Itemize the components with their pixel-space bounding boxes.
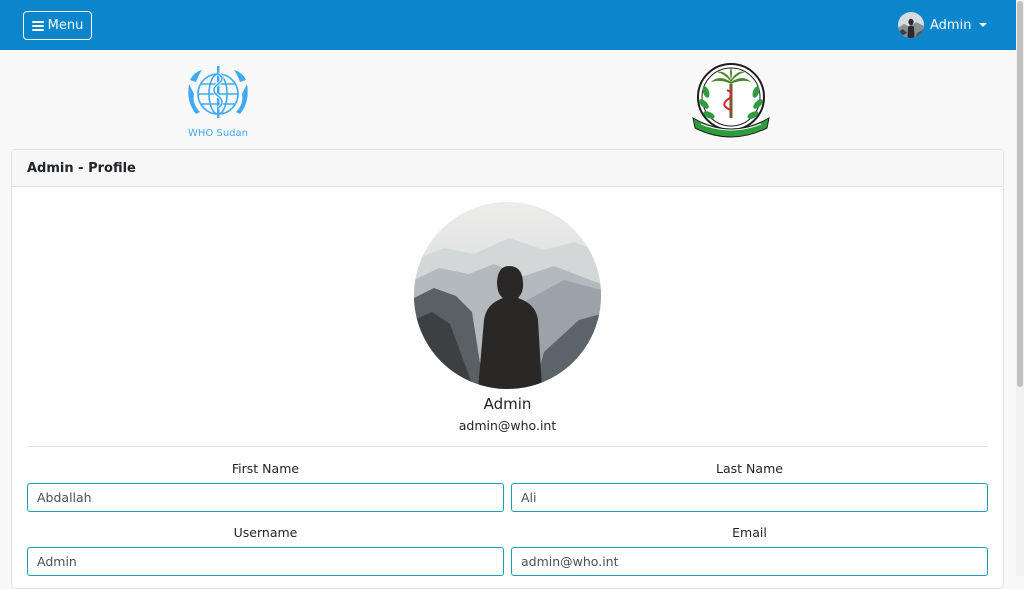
- user-dropdown[interactable]: Admin: [898, 12, 988, 38]
- card-title: Admin - Profile: [27, 160, 136, 176]
- profile-photo[interactable]: [414, 202, 601, 389]
- profile-email: admin@who.int: [458, 418, 557, 433]
- hamburger-icon: [31, 20, 44, 31]
- divider: [27, 446, 988, 447]
- last-name-input[interactable]: [511, 483, 988, 512]
- email-input[interactable]: [511, 547, 988, 576]
- menu-button[interactable]: Menu: [23, 11, 92, 40]
- username-input[interactable]: [27, 547, 504, 576]
- ministry-emblem-icon: [692, 63, 770, 138]
- caret-down-icon: [979, 23, 988, 27]
- first-name-label: First Name: [231, 461, 300, 476]
- scrollbar-thumb[interactable]: [1017, 1, 1023, 387]
- email-label: Email: [732, 525, 767, 540]
- card-header: Admin - Profile: [12, 150, 1003, 187]
- user-name: Admin: [930, 17, 972, 33]
- ministry-of-health-logo: [689, 62, 773, 138]
- profile-card: Admin - Profile Admin admin@who.int Firs…: [11, 149, 1004, 589]
- who-emblem-icon: [188, 66, 248, 118]
- profile-name: Admin: [483, 395, 532, 413]
- first-name-input[interactable]: [27, 483, 504, 512]
- who-logo-caption: WHO Sudan: [188, 128, 248, 139]
- who-sudan-logo: WHO Sudan: [182, 64, 254, 139]
- username-label: Username: [233, 525, 298, 540]
- top-navbar: Menu Admin: [0, 0, 1016, 50]
- last-name-label: Last Name: [716, 461, 783, 476]
- menu-button-label: Menu: [47, 18, 84, 33]
- page-scrollbar[interactable]: [1016, 0, 1024, 576]
- avatar: [898, 12, 924, 38]
